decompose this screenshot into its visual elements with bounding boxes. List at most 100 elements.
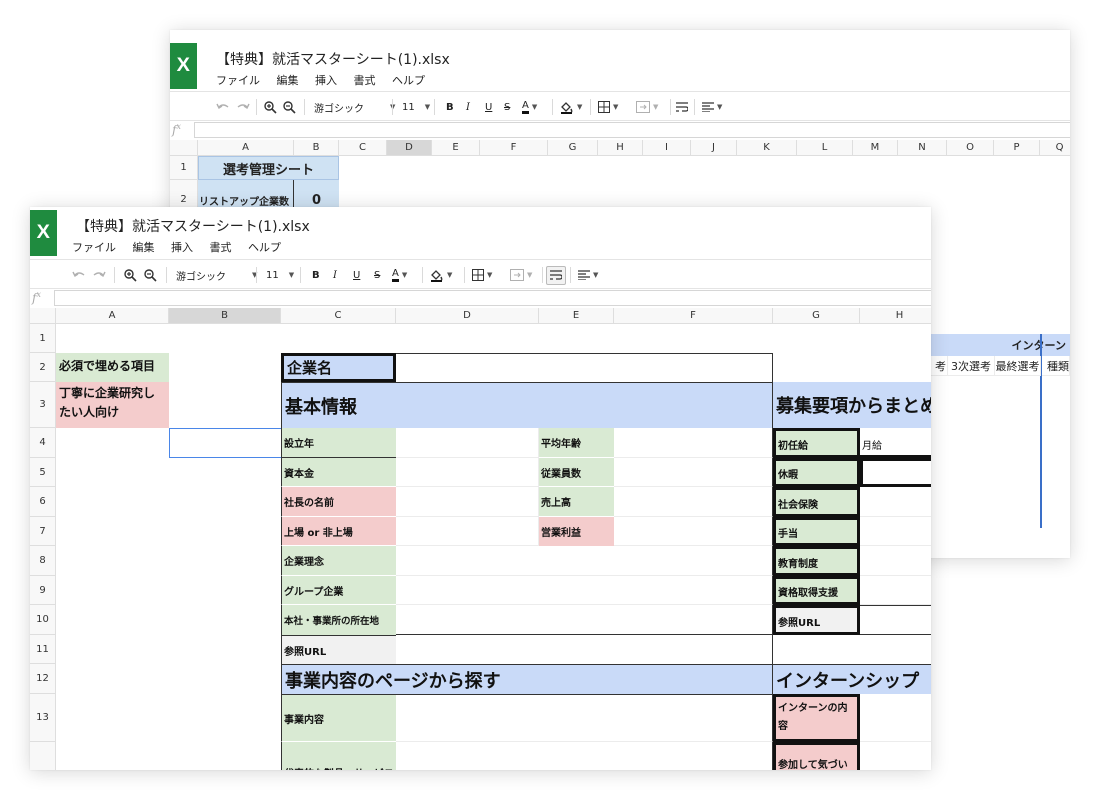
field-training-input[interactable] xyxy=(860,546,931,576)
field-sales-label[interactable]: 売上高 xyxy=(539,487,614,517)
row-header[interactable]: 12 xyxy=(30,664,56,694)
menu-file[interactable]: ファイル xyxy=(216,74,260,87)
underline-button[interactable]: U xyxy=(485,92,492,122)
strikethrough-button[interactable]: S xyxy=(504,92,510,122)
menu-insert[interactable]: 挿入 xyxy=(171,241,193,254)
field-founded-label[interactable]: 設立年 xyxy=(281,428,396,458)
company-name-input[interactable] xyxy=(396,353,773,382)
column-header[interactable]: H xyxy=(860,308,931,324)
menu-insert[interactable]: 挿入 xyxy=(315,74,337,87)
company-name-label[interactable]: 企業名 xyxy=(281,353,396,382)
column-header[interactable]: F xyxy=(480,140,548,156)
row-header[interactable]: 1 xyxy=(170,156,198,180)
field-holidays-input[interactable] xyxy=(860,458,931,487)
zoom-out-icon[interactable] xyxy=(144,260,157,290)
field-intern-content-input[interactable] xyxy=(860,694,931,742)
row-header[interactable]: 4 xyxy=(30,428,56,458)
menu-help[interactable]: ヘルプ xyxy=(392,74,425,87)
row-header[interactable]: 14 xyxy=(30,742,56,770)
column-header[interactable]: I xyxy=(643,140,691,156)
menu-format[interactable]: 書式 xyxy=(210,241,232,254)
field-capital-input[interactable] xyxy=(396,458,539,487)
sheet-title-cell[interactable]: 選考管理シート xyxy=(198,156,339,180)
strikethrough-button[interactable]: S xyxy=(374,260,380,290)
wrap-text-icon[interactable] xyxy=(676,92,688,122)
field-certification-input[interactable] xyxy=(860,576,931,605)
column-header[interactable]: Q xyxy=(1040,140,1070,156)
field-starting-salary-label[interactable]: 初任給 xyxy=(773,428,860,458)
menu-help[interactable]: ヘルプ xyxy=(248,241,281,254)
field-intern-notice-label[interactable]: 参加して気づいたこと xyxy=(773,742,860,770)
column-header[interactable]: N xyxy=(898,140,947,156)
row-header[interactable]: 10 xyxy=(30,605,56,635)
undo-icon[interactable] xyxy=(72,260,86,290)
field-philosophy-input[interactable] xyxy=(396,546,773,576)
row-header[interactable]: 7 xyxy=(30,517,56,546)
field-recruit-ref-url-input[interactable] xyxy=(860,605,931,635)
field-location-input[interactable] xyxy=(396,605,773,635)
field-founded-input[interactable] xyxy=(396,428,539,458)
field-average-age-input[interactable] xyxy=(614,428,773,458)
row-header[interactable]: 9 xyxy=(30,576,56,605)
font-family-select[interactable]: 游ゴシック▼ xyxy=(314,92,395,122)
align-icon[interactable]: ▼ xyxy=(702,92,722,122)
row-header[interactable]: 8 xyxy=(30,546,56,576)
field-operating-profit-input[interactable] xyxy=(614,517,773,546)
column-header[interactable]: J xyxy=(691,140,737,156)
row-header[interactable]: 1 xyxy=(30,324,56,353)
column-header[interactable]: B xyxy=(294,140,339,156)
borders-icon[interactable]: ▼ xyxy=(472,260,492,290)
section-business[interactable]: 事業内容のページから探す xyxy=(281,664,773,694)
field-ceo-label[interactable]: 社長の名前 xyxy=(281,487,396,517)
column-header-selected[interactable]: B xyxy=(169,308,281,324)
field-average-age-label[interactable]: 平均年齢 xyxy=(539,428,614,458)
field-ceo-input[interactable] xyxy=(396,487,539,517)
column-header[interactable]: E xyxy=(432,140,480,156)
field-allowance-input[interactable] xyxy=(860,517,931,546)
fill-color-icon[interactable]: ▼ xyxy=(560,92,582,122)
field-allowance-label[interactable]: 手当 xyxy=(773,517,860,546)
column-header[interactable]: H xyxy=(598,140,643,156)
selected-cell[interactable] xyxy=(169,428,282,458)
zoom-in-icon[interactable] xyxy=(264,92,277,122)
row-header[interactable]: 11 xyxy=(30,635,56,664)
field-sales-input[interactable] xyxy=(614,487,773,517)
row-header[interactable]: 6 xyxy=(30,487,56,517)
borders-icon[interactable]: ▼ xyxy=(598,92,618,122)
field-employees-label[interactable]: 従業員数 xyxy=(539,458,614,487)
bold-button[interactable]: B xyxy=(312,260,320,290)
field-ref-url-input[interactable] xyxy=(396,635,773,664)
menu-format[interactable]: 書式 xyxy=(354,74,376,87)
menu-edit[interactable]: 編集 xyxy=(277,74,299,87)
field-ref-url-label[interactable]: 参照URL xyxy=(281,635,396,664)
redo-icon[interactable] xyxy=(92,260,106,290)
bold-button[interactable]: B xyxy=(446,92,454,122)
field-group-label[interactable]: グループ企業 xyxy=(281,576,396,605)
row-header[interactable]: 2 xyxy=(30,353,56,382)
legend-required[interactable]: 必須で埋める項目 xyxy=(56,353,169,382)
undo-icon[interactable] xyxy=(216,92,230,122)
sub-header-cell[interactable]: 最終選考 xyxy=(995,356,1041,376)
column-header[interactable]: O xyxy=(947,140,994,156)
font-family-select[interactable]: 游ゴシック▼ xyxy=(176,260,257,290)
field-business-label[interactable]: 事業内容 xyxy=(281,694,396,742)
fill-color-icon[interactable]: ▼ xyxy=(430,260,452,290)
menu-edit[interactable]: 編集 xyxy=(133,241,155,254)
wrap-text-icon[interactable] xyxy=(546,260,566,290)
field-capital-label[interactable]: 資本金 xyxy=(281,458,396,487)
field-insurance-input[interactable] xyxy=(860,487,931,517)
merge-cells-icon[interactable]: ▼ xyxy=(636,92,658,122)
sub-header-cell[interactable]: 3次選考 xyxy=(948,356,995,376)
row-header[interactable]: 5 xyxy=(30,458,56,487)
field-operating-profit-label[interactable]: 営業利益 xyxy=(539,517,614,546)
intern-header-cell[interactable]: インターン xyxy=(930,334,1070,356)
field-certification-label[interactable]: 資格取得支援 xyxy=(773,576,860,605)
column-header[interactable]: E xyxy=(539,308,614,324)
merge-cells-icon[interactable]: ▼ xyxy=(510,260,532,290)
field-holidays-label[interactable]: 休暇 xyxy=(773,458,860,487)
column-header[interactable]: D xyxy=(396,308,539,324)
column-header[interactable]: K xyxy=(737,140,797,156)
field-products-input[interactable] xyxy=(396,742,773,770)
row-header[interactable]: 3 xyxy=(30,382,56,428)
sub-header-cell[interactable]: 種類 xyxy=(1042,356,1070,376)
